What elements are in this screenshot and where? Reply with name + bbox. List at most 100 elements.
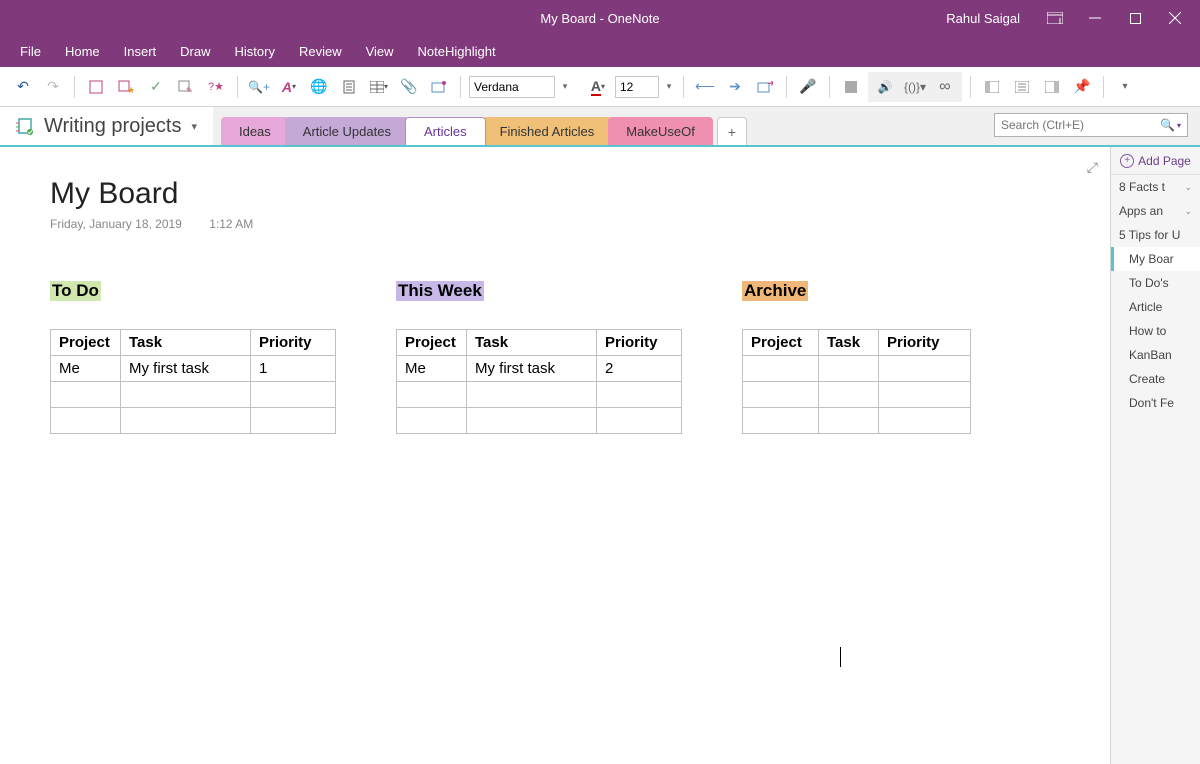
expand-icon[interactable]: ⤢ bbox=[1087, 159, 1098, 176]
table-cell[interactable]: 2 bbox=[597, 356, 682, 382]
table-cell[interactable] bbox=[251, 408, 336, 434]
page-list-item[interactable]: To Do's bbox=[1111, 271, 1200, 295]
font-color-underline-icon[interactable]: A▾ bbox=[585, 74, 611, 100]
table-header[interactable]: Task bbox=[467, 330, 597, 356]
font-color-icon[interactable]: A▾ bbox=[276, 74, 302, 100]
user-name[interactable]: Rahul Saigal bbox=[946, 11, 1020, 26]
table-row[interactable] bbox=[51, 408, 336, 434]
braces-icon[interactable]: {()}▾ bbox=[902, 74, 928, 100]
font-size-select[interactable] bbox=[615, 76, 659, 98]
layout3-icon[interactable] bbox=[1039, 74, 1065, 100]
question-tag-icon[interactable]: ?★ bbox=[203, 74, 229, 100]
close-icon[interactable] bbox=[1166, 9, 1184, 27]
table-cell[interactable] bbox=[467, 382, 597, 408]
table-row[interactable]: MeMy first task2 bbox=[397, 356, 682, 382]
table-cell[interactable]: Me bbox=[51, 356, 121, 382]
menu-history[interactable]: History bbox=[235, 44, 275, 59]
table-header[interactable]: Project bbox=[743, 330, 819, 356]
page-list-item[interactable]: 5 Tips for U bbox=[1111, 223, 1200, 247]
more-icon[interactable]: ▾ bbox=[1112, 74, 1138, 100]
globe-icon[interactable]: 🌐 bbox=[306, 74, 332, 100]
search-box[interactable]: 🔍▾ bbox=[994, 113, 1188, 137]
menu-notehighlight[interactable]: NoteHighlight bbox=[418, 44, 496, 59]
table-cell[interactable] bbox=[51, 408, 121, 434]
page-canvas[interactable]: ⤢ My Board Friday, January 18, 2019 1:12… bbox=[0, 147, 1110, 764]
page-list-item[interactable]: Don't Fe bbox=[1111, 391, 1200, 415]
table-row[interactable] bbox=[743, 382, 971, 408]
tab-ideas[interactable]: Ideas bbox=[221, 117, 289, 145]
back-icon[interactable]: ⟵ bbox=[692, 74, 718, 100]
table-cell[interactable] bbox=[879, 382, 971, 408]
table-header[interactable]: Project bbox=[397, 330, 467, 356]
table-row[interactable] bbox=[397, 382, 682, 408]
table-cell[interactable] bbox=[743, 382, 819, 408]
page-list-item[interactable]: Article bbox=[1111, 295, 1200, 319]
table-cell[interactable] bbox=[819, 356, 879, 382]
forward-icon[interactable]: ➔ bbox=[722, 74, 748, 100]
page-list-item[interactable]: How to bbox=[1111, 319, 1200, 343]
table-header[interactable]: Priority bbox=[597, 330, 682, 356]
tab-updates[interactable]: Article Updates bbox=[285, 117, 409, 145]
menu-view[interactable]: View bbox=[366, 44, 394, 59]
minimize-icon[interactable] bbox=[1086, 9, 1104, 27]
table-icon[interactable]: ▾ bbox=[366, 74, 392, 100]
page-title[interactable]: My Board bbox=[50, 177, 1060, 211]
search-icon[interactable]: 🔍▾ bbox=[1160, 118, 1181, 132]
page-list-item[interactable]: My Boar bbox=[1111, 247, 1200, 271]
column-title[interactable]: To Do bbox=[50, 281, 101, 301]
table-cell[interactable] bbox=[879, 356, 971, 382]
table-cell[interactable] bbox=[251, 382, 336, 408]
table-header[interactable]: Project bbox=[51, 330, 121, 356]
checkbox-icon[interactable] bbox=[83, 74, 109, 100]
column-title[interactable]: Archive bbox=[742, 281, 808, 301]
layout2-icon[interactable] bbox=[1009, 74, 1035, 100]
infinity-icon[interactable]: ∞ bbox=[932, 74, 958, 100]
add-page-button[interactable]: + Add Page bbox=[1111, 147, 1200, 175]
font-name-select[interactable] bbox=[469, 76, 555, 98]
tab-makeuseof[interactable]: MakeUseOf bbox=[608, 117, 713, 145]
zoom-icon[interactable]: 🔍+ bbox=[246, 74, 272, 100]
table-cell[interactable]: My first task bbox=[121, 356, 251, 382]
menu-home[interactable]: Home bbox=[65, 44, 100, 59]
tag-icon[interactable]: ✎ bbox=[173, 74, 199, 100]
dropdown-icon[interactable]: ▾ bbox=[663, 74, 675, 100]
stop-icon[interactable] bbox=[838, 74, 864, 100]
page-list-item[interactable]: Apps an⌄ bbox=[1111, 199, 1200, 223]
page-list-item[interactable]: Create bbox=[1111, 367, 1200, 391]
table-header[interactable]: Priority bbox=[251, 330, 336, 356]
menu-draw[interactable]: Draw bbox=[180, 44, 210, 59]
table-cell[interactable] bbox=[397, 408, 467, 434]
table-header[interactable]: Priority bbox=[879, 330, 971, 356]
table-cell[interactable]: Me bbox=[397, 356, 467, 382]
page-list-item[interactable]: 8 Facts t⌄ bbox=[1111, 175, 1200, 199]
mic-icon[interactable]: 🎤 bbox=[795, 74, 821, 100]
table-row[interactable] bbox=[743, 356, 971, 382]
document-icon[interactable] bbox=[336, 74, 362, 100]
menu-review[interactable]: Review bbox=[299, 44, 342, 59]
table-cell[interactable] bbox=[121, 408, 251, 434]
table-cell[interactable] bbox=[467, 408, 597, 434]
tab-finished[interactable]: Finished Articles bbox=[482, 117, 613, 145]
screen-clip-icon[interactable] bbox=[426, 74, 452, 100]
notebook-selector[interactable]: Writing projects ▾ bbox=[0, 107, 213, 145]
page-list-item[interactable]: KanBan bbox=[1111, 343, 1200, 367]
search-input[interactable] bbox=[1001, 118, 1160, 132]
menu-insert[interactable]: Insert bbox=[124, 44, 157, 59]
table-cell[interactable] bbox=[819, 382, 879, 408]
table-row[interactable]: MeMy first task1 bbox=[51, 356, 336, 382]
board-table[interactable]: ProjectTaskPriorityMeMy first task2 bbox=[396, 329, 682, 434]
table-cell[interactable]: My first task bbox=[467, 356, 597, 382]
table-cell[interactable] bbox=[819, 408, 879, 434]
table-cell[interactable] bbox=[51, 382, 121, 408]
pin-icon[interactable]: 📌 bbox=[1069, 74, 1095, 100]
column-title[interactable]: This Week bbox=[396, 281, 484, 301]
table-row[interactable] bbox=[743, 408, 971, 434]
chevron-down-icon[interactable]: ⌄ bbox=[1184, 206, 1192, 217]
add-section-button[interactable]: + bbox=[717, 117, 747, 145]
attach-icon[interactable]: 📎 bbox=[396, 74, 422, 100]
table-cell[interactable] bbox=[397, 382, 467, 408]
board-table[interactable]: ProjectTaskPriority bbox=[742, 329, 971, 434]
table-cell[interactable] bbox=[121, 382, 251, 408]
dropdown-icon[interactable]: ▾ bbox=[559, 74, 571, 100]
table-cell[interactable] bbox=[597, 382, 682, 408]
